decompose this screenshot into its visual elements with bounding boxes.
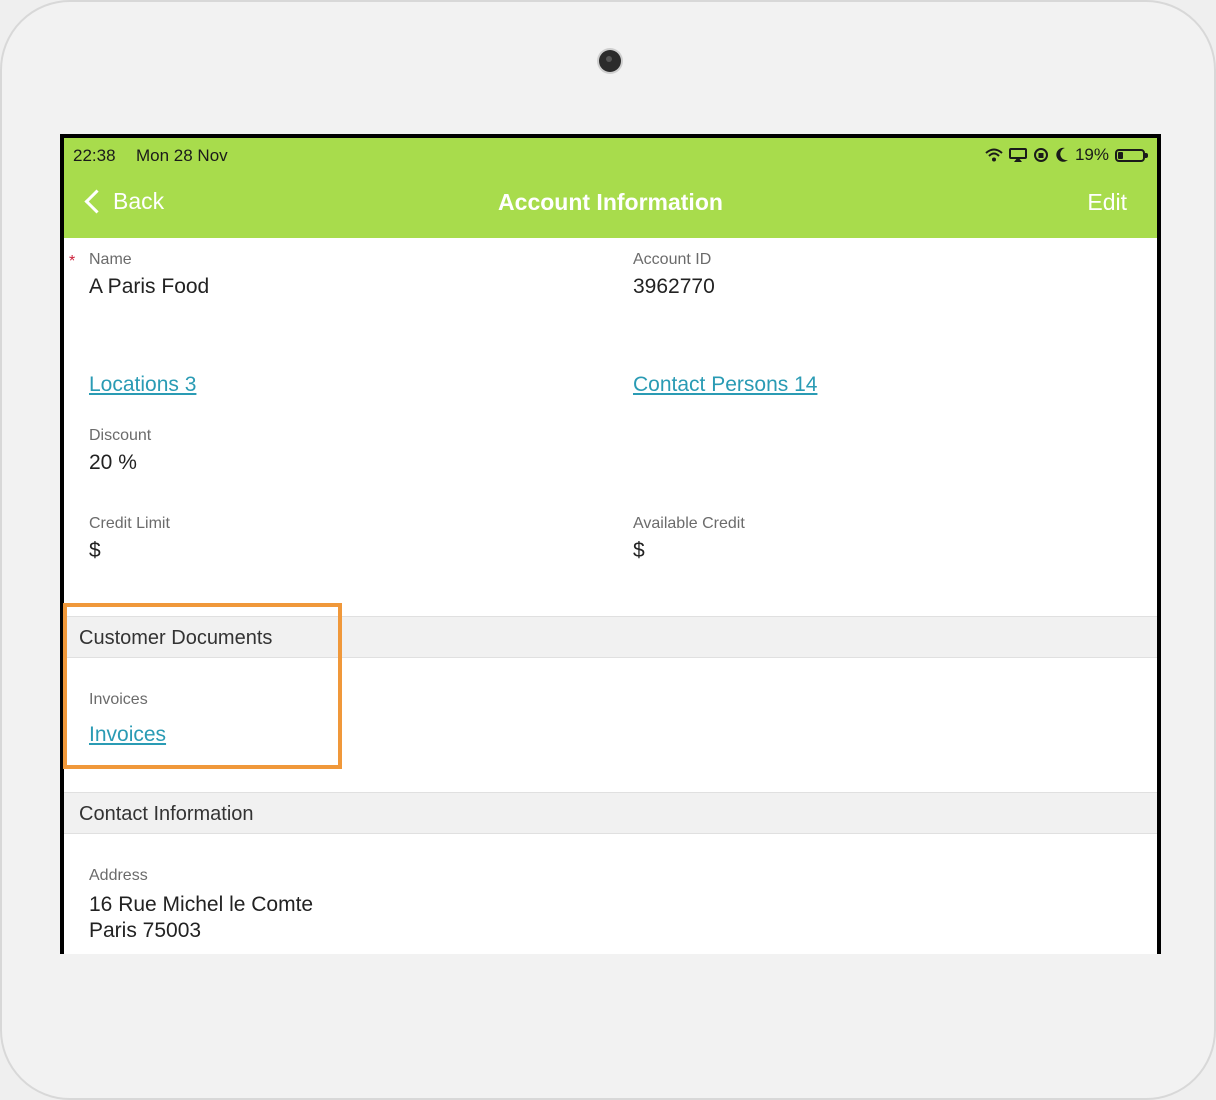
credit-limit-value: $	[89, 539, 101, 562]
back-label: Back	[113, 188, 165, 214]
battery-icon	[1115, 148, 1148, 162]
back-button[interactable]: Back	[82, 188, 164, 215]
address-line-2: Paris 75003	[89, 919, 202, 942]
credit-limit-label: Credit Limit	[89, 515, 170, 532]
battery-percent: 19%	[1074, 145, 1109, 164]
name-field: Name A Paris Food	[89, 251, 209, 299]
account-id-value: 3962770	[633, 275, 715, 298]
airplay-icon	[1008, 148, 1027, 162]
discount-label: Discount	[89, 427, 152, 444]
available-credit-value: $	[633, 539, 645, 562]
account-id-field: Account ID 3962770	[633, 251, 715, 299]
navigation-bar: Back Account Information Edit	[64, 172, 1157, 238]
name-label: Name	[89, 251, 132, 268]
invoices-field: Invoices Invoices	[89, 691, 166, 747]
page-title: Account Information	[498, 189, 723, 215]
account-id-label: Account ID	[633, 251, 712, 268]
chevron-left-icon	[84, 189, 109, 214]
address-line-1: 16 Rue Michel le Comte	[89, 893, 314, 916]
status-time: 22:38	[73, 146, 116, 165]
locations-link[interactable]: Locations 3	[89, 373, 196, 397]
address-field: Address 16 Rue Michel le Comte Paris 750…	[89, 867, 313, 943]
invoices-label: Invoices	[89, 691, 148, 708]
available-credit-field: Available Credit $	[633, 515, 745, 563]
status-icons: 19%	[985, 145, 1148, 165]
address-label: Address	[89, 867, 148, 884]
device-screen: 22:38 Mon 28 Nov 19% Back Account Inform…	[60, 134, 1161, 954]
status-date: Mon 28 Nov	[136, 146, 228, 165]
credit-limit-field: Credit Limit $	[89, 515, 170, 563]
orientation-lock-icon	[1033, 148, 1048, 162]
edit-button[interactable]: Edit	[1087, 189, 1127, 216]
required-marker: *	[69, 253, 76, 270]
invoices-link[interactable]: Invoices	[89, 723, 166, 747]
contact-information-header: Contact Information	[64, 792, 1157, 834]
moon-icon	[1056, 147, 1068, 162]
status-bar: 22:38 Mon 28 Nov 19%	[64, 138, 1157, 172]
contact-persons-link[interactable]: Contact Persons 14	[633, 373, 817, 397]
available-credit-label: Available Credit	[633, 515, 745, 532]
wifi-icon	[985, 148, 1003, 162]
name-value: A Paris Food	[89, 275, 210, 298]
battery-level	[1118, 151, 1123, 159]
camera-icon	[599, 50, 621, 72]
discount-value: 20 %	[89, 451, 137, 474]
customer-documents-header: Customer Documents	[64, 616, 1157, 658]
discount-field: Discount 20 %	[89, 427, 151, 475]
